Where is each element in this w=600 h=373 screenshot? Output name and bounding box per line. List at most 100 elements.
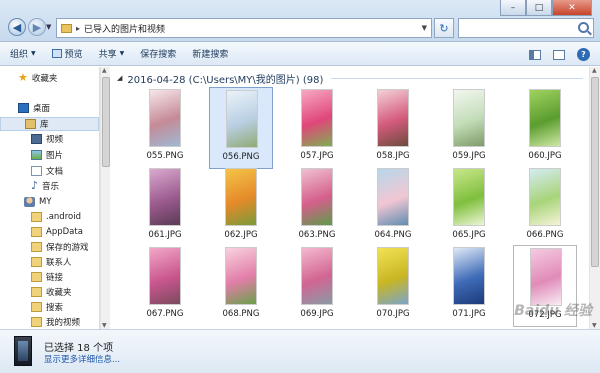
- file-name[interactable]: 060.JPG: [513, 151, 577, 161]
- close-button[interactable]: ✕: [552, 0, 592, 16]
- file-item[interactable]: 057.JPG: [285, 87, 349, 169]
- sidebar-item-appdata[interactable]: AppData: [31, 225, 83, 239]
- file-item[interactable]: 062.JPG: [209, 166, 273, 248]
- file-name[interactable]: 061.JPG: [133, 230, 197, 240]
- file-item[interactable]: 070.JPG: [361, 245, 425, 327]
- file-item[interactable]: 056.PNG: [209, 87, 273, 169]
- file-item[interactable]: 068.PNG: [209, 245, 273, 327]
- scroll-down-icon[interactable]: ▼: [592, 322, 597, 329]
- sidebar-scrollbar[interactable]: ▲ ▼: [100, 67, 110, 329]
- photo-thumbnail[interactable]: [149, 168, 181, 226]
- sidebar-item-desktop[interactable]: 桌面: [18, 101, 50, 115]
- show-more-details-link[interactable]: 显示更多详细信息...: [44, 353, 120, 365]
- file-item[interactable]: 055.PNG: [133, 87, 197, 169]
- preview-button[interactable]: 预览: [51, 47, 83, 60]
- sidebar-item-saved-games[interactable]: 保存的游戏: [31, 240, 89, 254]
- file-name[interactable]: 070.JPG: [361, 309, 425, 319]
- file-name[interactable]: 055.PNG: [133, 151, 197, 161]
- photo-thumbnail[interactable]: [377, 168, 409, 226]
- file-name[interactable]: 069.JPG: [285, 309, 349, 319]
- photo-thumbnail[interactable]: [453, 89, 485, 147]
- sidebar-item-my-videos[interactable]: 我的视频: [31, 315, 80, 329]
- address-path[interactable]: 已导入的图片和视频: [84, 22, 165, 35]
- photo-thumbnail[interactable]: [530, 248, 562, 306]
- scrollbar-thumb[interactable]: [591, 77, 599, 267]
- content-scrollbar[interactable]: ▲ ▼: [589, 67, 600, 329]
- recent-pages-dropdown[interactable]: ▼: [46, 23, 51, 31]
- file-name[interactable]: 066.PNG: [513, 230, 577, 240]
- photo-thumbnail[interactable]: [225, 247, 257, 305]
- photo-thumbnail[interactable]: [453, 168, 485, 226]
- collapse-triangle-icon[interactable]: ◢: [117, 74, 122, 82]
- sidebar-item-android[interactable]: .android: [31, 210, 81, 224]
- photo-thumbnail[interactable]: [226, 90, 258, 148]
- preview-pane-icon[interactable]: [553, 49, 565, 60]
- file-item[interactable]: 060.JPG: [513, 87, 577, 169]
- file-name[interactable]: 057.JPG: [285, 151, 349, 161]
- file-name[interactable]: 064.PNG: [361, 230, 425, 240]
- maximize-button[interactable]: □: [526, 0, 552, 16]
- forward-button[interactable]: ▶: [28, 18, 46, 36]
- photo-thumbnail[interactable]: [149, 89, 181, 147]
- photo-thumbnail[interactable]: [301, 168, 333, 226]
- folder-icon: [31, 227, 42, 237]
- file-item[interactable]: 065.JPG: [437, 166, 501, 248]
- file-item[interactable]: 058.JPG: [361, 87, 425, 169]
- change-view-icon[interactable]: [529, 49, 541, 60]
- sidebar-item-documents[interactable]: 文档: [31, 164, 63, 178]
- file-item[interactable]: 067.PNG: [133, 245, 197, 327]
- address-bar[interactable]: ▸ 已导入的图片和视频 ▼: [56, 18, 432, 38]
- refresh-button[interactable]: ↻: [434, 18, 454, 38]
- photo-thumbnail[interactable]: [225, 168, 257, 226]
- file-name[interactable]: 058.JPG: [361, 151, 425, 161]
- scroll-down-icon[interactable]: ▼: [102, 322, 107, 329]
- chevron-down-icon[interactable]: ▼: [422, 24, 427, 32]
- sidebar-item-links[interactable]: 链接: [31, 270, 63, 284]
- file-item[interactable]: 064.PNG: [361, 166, 425, 248]
- file-item[interactable]: 059.JPG: [437, 87, 501, 169]
- sidebar-item-favorites[interactable]: ★ 收藏夹: [18, 71, 57, 85]
- photo-thumbnail[interactable]: [301, 247, 333, 305]
- file-item[interactable]: 066.PNG: [513, 166, 577, 248]
- sidebar-item-user-favorites[interactable]: 收藏夹: [31, 285, 72, 299]
- chevron-right-icon[interactable]: ▸: [76, 24, 80, 33]
- photo-thumbnail[interactable]: [529, 89, 561, 147]
- file-name[interactable]: 062.JPG: [209, 230, 273, 240]
- organize-button[interactable]: 组织 ▼: [10, 47, 36, 60]
- file-name[interactable]: 056.PNG: [210, 152, 272, 162]
- file-name[interactable]: 071.JPG: [437, 309, 501, 319]
- group-header[interactable]: ◢ 2016-04-28 (C:\Users\MY\我的图片) (98): [117, 71, 583, 86]
- new-search-button[interactable]: 新建搜索: [192, 47, 228, 60]
- file-name[interactable]: 065.JPG: [437, 230, 501, 240]
- photo-thumbnail[interactable]: [453, 247, 485, 305]
- file-item[interactable]: 061.JPG: [133, 166, 197, 248]
- file-name[interactable]: 059.JPG: [437, 151, 501, 161]
- minimize-button[interactable]: –: [500, 0, 526, 16]
- sidebar-item-library[interactable]: 库: [0, 117, 99, 131]
- sidebar-item-contacts[interactable]: 联系人: [31, 255, 72, 269]
- search-input[interactable]: [458, 18, 594, 38]
- scroll-up-icon[interactable]: ▲: [102, 67, 107, 74]
- file-item[interactable]: 063.PNG: [285, 166, 349, 248]
- file-item[interactable]: 071.JPG: [437, 245, 501, 327]
- file-name[interactable]: 067.PNG: [133, 309, 197, 319]
- photo-thumbnail[interactable]: [377, 89, 409, 147]
- scroll-up-icon[interactable]: ▲: [592, 67, 597, 74]
- photo-thumbnail[interactable]: [529, 168, 561, 226]
- sidebar-item-user[interactable]: MY: [24, 195, 52, 209]
- photo-thumbnail[interactable]: [149, 247, 181, 305]
- sidebar-item-pictures[interactable]: 图片: [31, 148, 63, 162]
- help-icon[interactable]: ?: [577, 48, 590, 61]
- sidebar-item-music[interactable]: ♪ 音乐: [31, 179, 59, 193]
- scrollbar-thumb[interactable]: [102, 77, 110, 167]
- file-name[interactable]: 068.PNG: [209, 309, 273, 319]
- back-button[interactable]: ◀: [8, 18, 26, 36]
- sidebar-item-videos[interactable]: 视频: [31, 132, 63, 146]
- file-name[interactable]: 063.PNG: [285, 230, 349, 240]
- sidebar-item-searches[interactable]: 搜索: [31, 300, 63, 314]
- file-item[interactable]: 069.JPG: [285, 245, 349, 327]
- share-button[interactable]: 共享 ▼: [99, 47, 125, 60]
- save-search-button[interactable]: 保存搜索: [140, 47, 176, 60]
- photo-thumbnail[interactable]: [377, 247, 409, 305]
- photo-thumbnail[interactable]: [301, 89, 333, 147]
